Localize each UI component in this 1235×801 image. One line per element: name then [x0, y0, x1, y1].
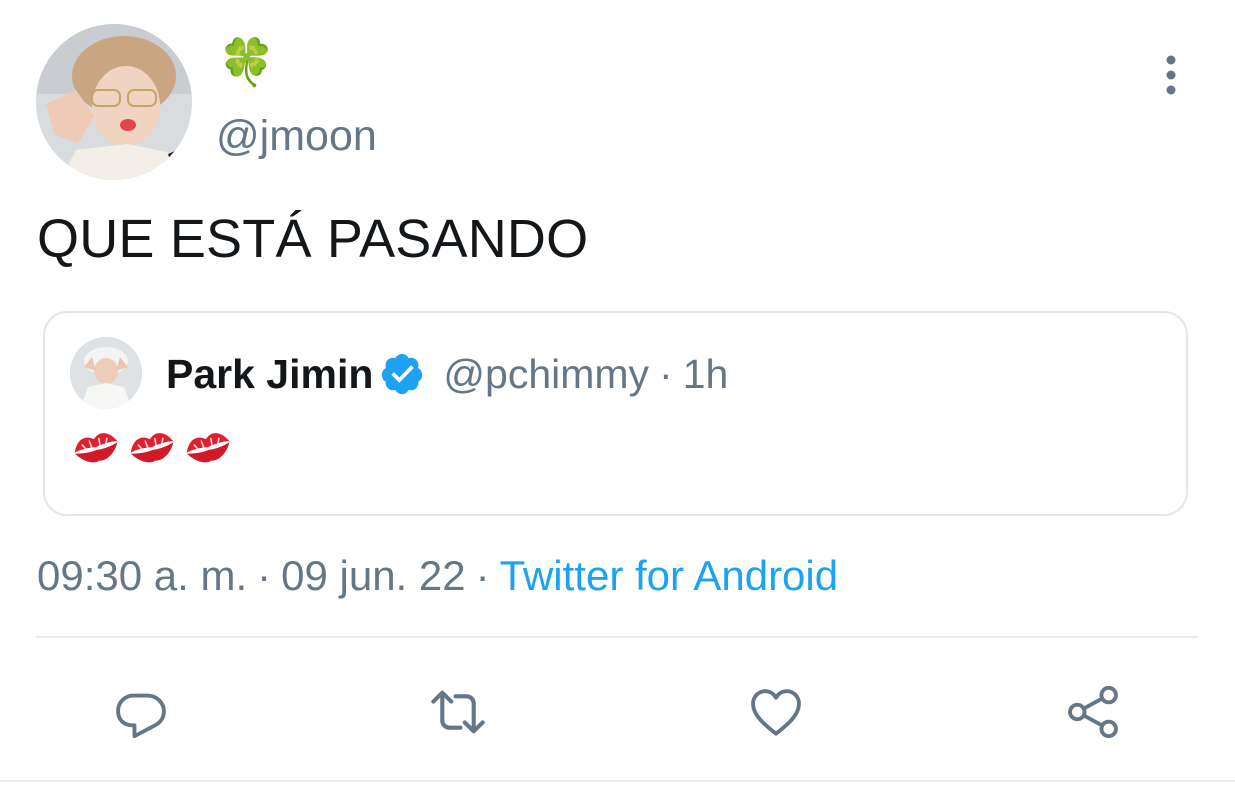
quoted-timestamp: 1h: [682, 350, 729, 397]
reply-button[interactable]: [111, 682, 171, 742]
more-vertical-icon: [1166, 55, 1176, 95]
tweet-date: 09 jun. 22: [281, 552, 466, 599]
tweet-metadata: 09:30 a. m. · 09 jun. 22 · Twitter for Andro…: [37, 548, 838, 604]
reply-icon: [116, 693, 166, 739]
quoted-header: Park Jimin @pchimmy · 1h: [166, 349, 728, 399]
verified-badge-icon: [382, 353, 423, 395]
share-icon: [1068, 685, 1118, 739]
kiss-mark-icon: [74, 433, 118, 463]
author-display-name[interactable]: 🍀: [218, 32, 275, 92]
profile-photo-icon: [70, 337, 142, 409]
meta-separator: ·: [475, 552, 490, 599]
tweet-text: QUE ESTÁ PASANDO: [37, 209, 589, 269]
tweet-source-link[interactable]: Twitter for Android: [500, 552, 838, 599]
retweet-button[interactable]: [428, 682, 488, 742]
kiss-mark-icon: [186, 433, 230, 463]
retweet-icon: [431, 690, 485, 734]
meta-separator: ·: [257, 552, 272, 599]
heart-icon: [751, 689, 801, 736]
kiss-mark-icon: [130, 433, 174, 463]
author-avatar[interactable]: [36, 24, 192, 180]
quoted-body: [71, 427, 233, 467]
quoted-author-avatar: [70, 337, 142, 409]
like-button[interactable]: [746, 682, 806, 742]
tweet-detail: 🍀 @jmoon QUE ESTÁ PASANDO Park Jimin @pc…: [0, 0, 1235, 801]
share-button[interactable]: [1063, 682, 1123, 742]
profile-photo-icon: [36, 24, 192, 180]
quoted-author-name: Park Jimin: [166, 350, 374, 397]
divider: [36, 636, 1198, 638]
quoted-tweet[interactable]: Park Jimin @pchimmy · 1h: [43, 311, 1188, 516]
more-button[interactable]: [1150, 52, 1192, 98]
divider: [0, 780, 1235, 782]
tweet-time: 09:30 a. m.: [37, 552, 248, 599]
quoted-separator: ·: [659, 350, 673, 397]
quoted-author-handle: @pchimmy: [443, 350, 650, 397]
author-handle[interactable]: @jmoon: [216, 108, 377, 164]
